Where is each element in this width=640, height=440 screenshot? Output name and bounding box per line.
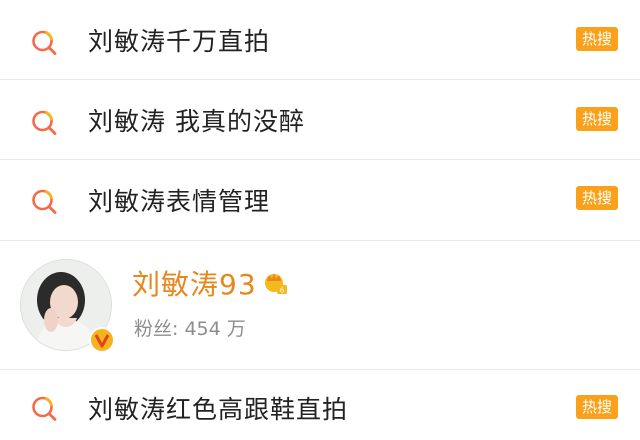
search-suggestion-row[interactable]: 刘敏涛红色高跟鞋直拍 热搜 [0,370,640,440]
user-card[interactable]: 刘敏涛93 6 粉丝: 454 万 [0,241,640,370]
fans-number: 454 [184,318,221,340]
hot-search-badge: 热搜 [576,186,618,210]
search-suggestion-row[interactable]: 刘敏涛 我真的没醉 热搜 [0,80,640,160]
search-icon [32,30,57,55]
search-suggestion-text: 刘敏涛千万直拍 [88,27,271,56]
hot-search-badge: 热搜 [576,395,618,419]
search-icon [32,189,57,214]
search-suggestion-text: 刘敏涛表情管理 [88,187,271,216]
search-suggestion-text: 刘敏涛红色高跟鞋直拍 [88,395,349,424]
search-icon [32,110,57,135]
search-icon [32,396,57,421]
search-suggestion-row[interactable]: 刘敏涛表情管理 热搜 [0,160,640,241]
user-level-number: 93 [219,268,257,301]
crown-level-icon: 6 [265,273,287,295]
search-suggestion-text: 刘敏涛 我真的没醉 [88,107,305,136]
svg-text:6: 6 [280,287,285,295]
fans-label: 粉丝: [134,318,179,340]
fans-unit: 万 [226,318,246,340]
fans-count: 粉丝: 454 万 [134,314,246,341]
verified-v-icon [89,327,115,353]
hot-search-badge: 热搜 [576,27,618,51]
search-suggestion-row[interactable]: 刘敏涛千万直拍 热搜 [0,0,640,80]
search-results-list: 刘敏涛千万直拍 热搜 刘敏涛 我真的没醉 热搜 刘敏涛表情管理 热搜 刘敏涛93… [0,0,640,433]
hot-search-badge: 热搜 [576,107,618,131]
user-name-text: 刘敏涛 [132,268,220,301]
user-name[interactable]: 刘敏涛93 [132,263,257,303]
